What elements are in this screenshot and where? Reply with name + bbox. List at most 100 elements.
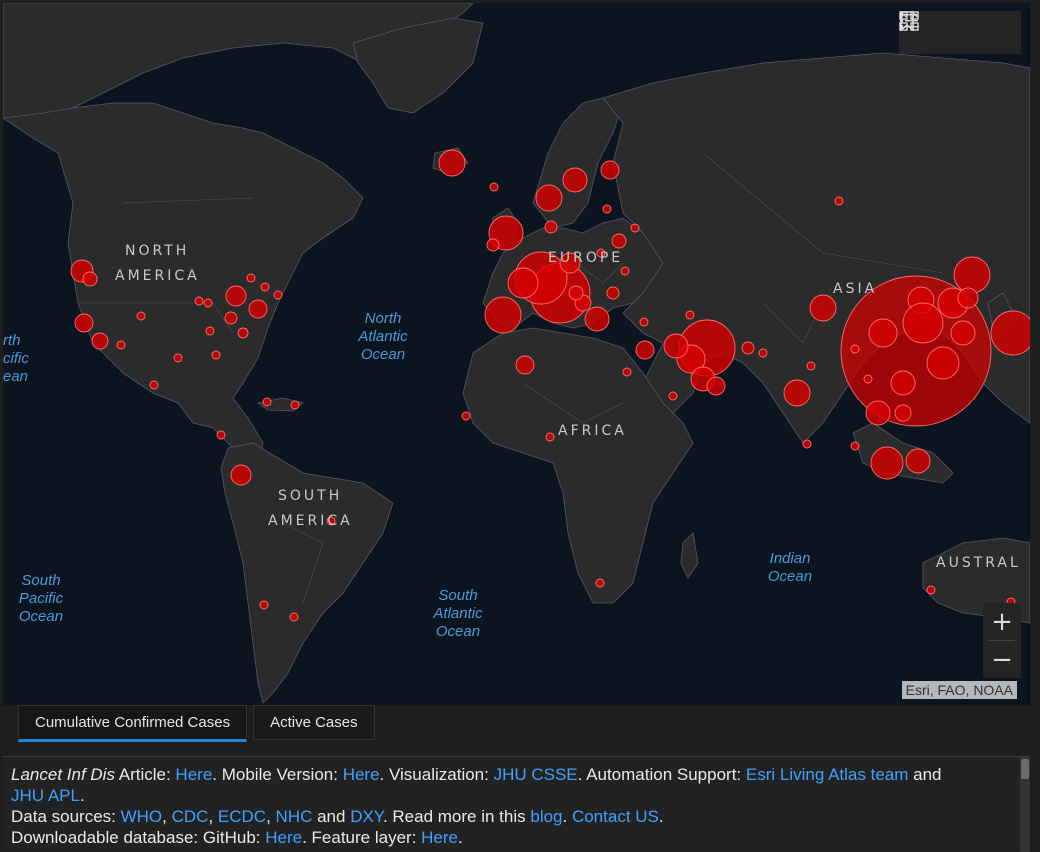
case-bubble[interactable] [863, 374, 873, 384]
case-bubble[interactable] [545, 432, 555, 442]
case-bubble[interactable] [461, 411, 471, 421]
case-bubble[interactable] [438, 149, 466, 177]
case-bubble[interactable] [620, 266, 630, 276]
case-bubble[interactable] [806, 361, 816, 371]
case-bubble[interactable] [173, 353, 183, 363]
case-bubble[interactable] [248, 299, 268, 319]
case-bubble[interactable] [484, 296, 522, 334]
blog-link[interactable]: blog [530, 807, 562, 826]
case-bubble[interactable] [758, 348, 768, 358]
case-bubble[interactable] [926, 346, 960, 380]
case-bubble[interactable] [957, 287, 979, 309]
world-map[interactable]: NORTH AMERICA SOUTH AMERICA EUROPE ASIA … [3, 3, 1030, 705]
case-bubble[interactable] [894, 404, 912, 422]
case-bubble[interactable] [685, 310, 695, 320]
esri-living-atlas-link[interactable]: Esri Living Atlas team [746, 765, 909, 784]
ecdc-link[interactable]: ECDC [218, 807, 266, 826]
case-bubble[interactable] [668, 391, 678, 401]
map-canvas[interactable]: NORTH AMERICA SOUTH AMERICA EUROPE ASIA … [3, 3, 1030, 705]
case-bubble[interactable] [489, 182, 499, 192]
case-bubble[interactable] [611, 233, 627, 249]
case-bubble[interactable] [741, 341, 755, 355]
case-bubble[interactable] [953, 256, 991, 294]
case-bubble[interactable] [507, 267, 539, 299]
case-bubble[interactable] [630, 223, 640, 233]
case-bubble[interactable] [905, 448, 931, 474]
case-bubble[interactable] [595, 578, 605, 588]
case-bubble[interactable] [230, 464, 252, 486]
dxy-link[interactable]: DXY [350, 807, 383, 826]
case-bubble[interactable] [902, 302, 944, 344]
case-bubble[interactable] [259, 600, 269, 610]
case-bubble[interactable] [635, 340, 655, 360]
tab-active-cases[interactable]: Active Cases [253, 705, 375, 740]
case-bubble[interactable] [850, 441, 860, 451]
case-bubble[interactable] [890, 370, 916, 396]
case-bubble[interactable] [868, 318, 898, 348]
case-bubble[interactable] [260, 282, 270, 292]
case-bubble[interactable] [246, 273, 256, 283]
tab-cumulative-confirmed[interactable]: Cumulative Confirmed Cases [18, 705, 248, 742]
case-bubble[interactable] [950, 320, 976, 346]
zoom-out-button[interactable]: − [983, 641, 1021, 678]
case-bubble[interactable] [149, 380, 159, 390]
case-bubble[interactable] [562, 167, 588, 193]
case-bubble[interactable] [783, 379, 811, 407]
case-bubble[interactable] [568, 285, 584, 301]
case-bubble[interactable] [136, 311, 146, 321]
case-bubble[interactable] [600, 160, 620, 180]
case-bubble[interactable] [237, 327, 249, 339]
case-bubble[interactable] [290, 400, 300, 410]
case-bubble[interactable] [584, 306, 610, 332]
basemap-gallery-icon[interactable] [899, 11, 1017, 49]
case-bubble[interactable] [216, 430, 226, 440]
case-bubble[interactable] [990, 310, 1030, 356]
info-text: , [266, 807, 276, 826]
case-bubble[interactable] [224, 311, 238, 325]
case-bubble[interactable] [116, 340, 126, 350]
case-bubble[interactable] [850, 344, 860, 354]
case-bubble[interactable] [262, 397, 272, 407]
case-bubble[interactable] [926, 585, 936, 595]
cdc-link[interactable]: CDC [172, 807, 209, 826]
case-bubble[interactable] [211, 350, 221, 360]
case-bubble[interactable] [194, 296, 204, 306]
case-bubble[interactable] [91, 332, 109, 350]
case-bubble[interactable] [602, 204, 612, 214]
case-bubble[interactable] [802, 439, 812, 449]
label-australia: AUSTRAL [936, 555, 1021, 571]
case-bubble[interactable] [273, 290, 283, 300]
case-bubble[interactable] [203, 298, 213, 308]
case-bubble[interactable] [515, 355, 535, 375]
mobile-version-link[interactable]: Here [343, 765, 380, 784]
case-bubble[interactable] [535, 184, 563, 212]
case-bubble[interactable] [639, 317, 649, 327]
case-bubble[interactable] [809, 294, 837, 322]
github-link[interactable]: Here [265, 828, 302, 847]
legend-list-icon[interactable] [900, 13, 976, 49]
case-bubble[interactable] [706, 376, 726, 396]
feature-layer-link[interactable]: Here [421, 828, 458, 847]
case-bubble[interactable] [205, 326, 215, 336]
case-bubble[interactable] [865, 400, 891, 426]
zoom-in-button[interactable]: + [983, 603, 1021, 640]
case-bubble[interactable] [622, 367, 632, 377]
article-link[interactable]: Here [175, 765, 212, 784]
case-bubble[interactable] [289, 612, 299, 622]
jhu-apl-link[interactable]: JHU APL [11, 786, 80, 805]
nhc-link[interactable]: NHC [276, 807, 313, 826]
who-link[interactable]: WHO [121, 807, 163, 826]
case-bubble[interactable] [82, 271, 98, 287]
case-bubble[interactable] [486, 238, 500, 252]
case-bubble[interactable] [225, 285, 247, 307]
case-bubble[interactable] [870, 446, 904, 480]
case-bubble[interactable] [544, 220, 558, 234]
case-bubble[interactable] [834, 196, 844, 206]
case-bubble[interactable] [74, 313, 94, 333]
contact-us-link[interactable]: Contact US [572, 807, 659, 826]
case-bubble[interactable] [663, 333, 689, 359]
scrollbar-thumb[interactable] [1021, 759, 1029, 779]
jhu-csse-link[interactable]: JHU CSSE [494, 765, 578, 784]
info-scrollbar[interactable] [1020, 757, 1030, 852]
case-bubble[interactable] [606, 286, 620, 300]
